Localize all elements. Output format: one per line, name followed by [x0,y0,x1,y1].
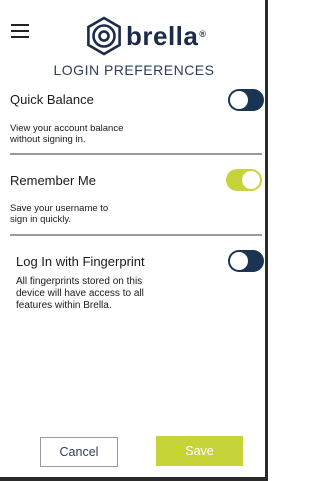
remember-me-title: Remember Me [10,173,96,188]
frame-border-bottom [0,477,268,481]
divider [10,153,262,155]
toggle-knob [242,171,260,189]
cancel-button[interactable]: Cancel [40,437,118,467]
brella-logo: brella ® [84,16,206,56]
save-button[interactable]: Save [156,436,243,466]
description-line: sign in quickly. [10,213,72,225]
brella-logo-icon [87,16,121,56]
description-line: All fingerprints stored on this [16,276,143,287]
description-line: Save your username to [10,203,109,214]
fingerprint-toggle[interactable] [228,250,264,272]
page-title: LOGIN PREFERENCES [53,62,215,78]
quick-balance-title: Quick Balance [10,92,94,107]
description-line: View your account balance [10,123,124,134]
hamburger-menu-icon[interactable] [11,24,29,38]
fingerprint-description: All fingerprints stored on this device w… [16,276,144,312]
divider [10,234,262,236]
quick-balance-description: View your account balance without signin… [10,123,124,145]
description-line: device will have access to all [16,288,144,299]
logo-text: brella [126,21,199,51]
frame-border-right [265,0,268,481]
fingerprint-title: Log In with Fingerprint [16,254,145,269]
logo-trademark: ® [199,29,207,39]
toggle-knob [230,91,248,109]
login-preferences-screen: brella ® LOGIN PREFERENCES Quick Balance… [0,0,268,481]
quick-balance-toggle[interactable] [228,89,264,111]
remember-me-description: Save your username to sign in quickly. [10,203,109,225]
description-line: without signing in. [10,133,86,145]
toggle-knob [230,252,248,270]
description-line: features within Brella. [16,300,112,311]
remember-me-toggle[interactable] [226,169,262,191]
